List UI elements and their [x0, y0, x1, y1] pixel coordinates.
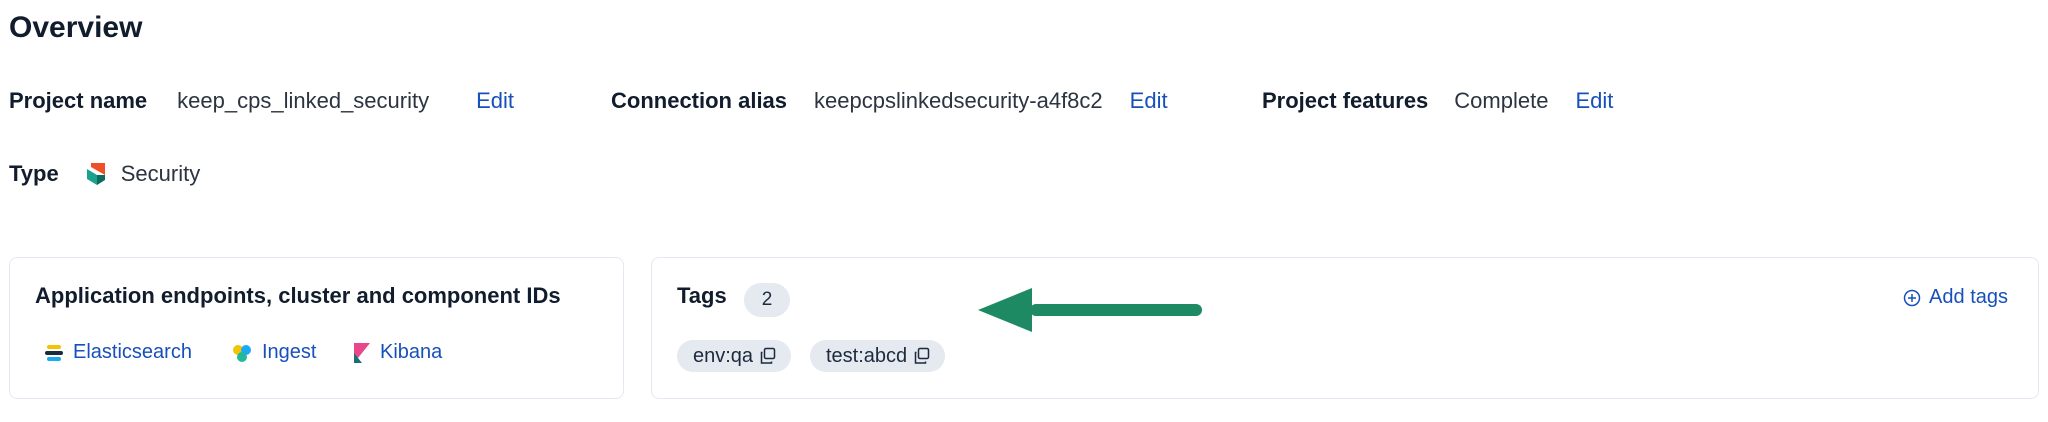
type-value: Security [120, 161, 201, 186]
endpoints-panel-title: Application endpoints, cluster and compo… [35, 283, 561, 308]
kibana-icon [354, 342, 370, 363]
endpoint-elasticsearch-label: Elasticsearch [73, 341, 192, 363]
add-tags-label: Add tags [1929, 286, 2008, 308]
project-features-value: Complete [1454, 88, 1549, 113]
elasticsearch-icon [45, 344, 63, 361]
connection-alias-value: keepcpslinkedsecurity-a4f8c2 [814, 88, 1103, 113]
endpoint-kibana[interactable]: Kibana [352, 341, 442, 364]
project-name-row: Project name keep_cps_linked_security Ed… [9, 88, 514, 114]
ingest-icon [233, 344, 251, 362]
endpoint-kibana-label: Kibana [380, 341, 443, 363]
endpoints-panel [9, 257, 624, 399]
tag-chip[interactable]: env:qa [677, 340, 792, 372]
project-name-value: keep_cps_linked_security [177, 88, 430, 113]
tags-count-badge: 2 [744, 283, 790, 317]
security-icon [85, 161, 109, 187]
copy-icon[interactable] [913, 347, 931, 365]
connection-alias-label: Connection alias [611, 88, 788, 113]
tag-label: test:abcd [826, 344, 908, 367]
tags-panel [651, 257, 2039, 399]
copy-icon[interactable] [759, 347, 777, 365]
page-title: Overview [9, 11, 143, 44]
endpoint-ingest[interactable]: Ingest [232, 341, 316, 364]
endpoint-ingest-label: Ingest [262, 341, 317, 363]
edit-project-name-link[interactable]: Edit [476, 88, 514, 114]
plus-circle-icon [1903, 289, 1921, 306]
add-tags-button[interactable]: Add tags [1903, 286, 2008, 309]
type-label: Type [9, 161, 59, 186]
endpoint-elasticsearch[interactable]: Elasticsearch [45, 341, 192, 364]
project-name-label: Project name [9, 88, 148, 113]
arrow-left-annotation [978, 288, 1202, 332]
tags-panel-title: Tags [677, 283, 727, 308]
edit-project-features-link[interactable]: Edit [1575, 88, 1613, 114]
edit-connection-alias-link[interactable]: Edit [1130, 88, 1168, 114]
type-row: Type Security [9, 161, 200, 187]
tag-chip[interactable]: test:abcd [810, 340, 946, 372]
project-features-label: Project features [1262, 88, 1429, 113]
connection-alias-row: Connection alias keepcpslinkedsecurity-a… [611, 88, 1168, 114]
project-features-row: Project features Complete Edit [1262, 88, 1613, 114]
tag-label: env:qa [693, 344, 754, 367]
